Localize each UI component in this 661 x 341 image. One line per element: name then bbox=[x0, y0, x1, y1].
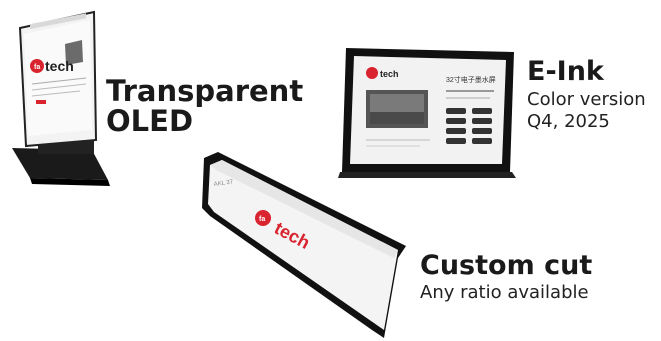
svg-text:fa: fa bbox=[259, 216, 265, 223]
custom-cut-label: Custom cut Any ratio available bbox=[420, 250, 593, 304]
transparent-oled-title-line1: Transparent bbox=[106, 74, 304, 108]
eink-subtitle-line2: Q4, 2025 bbox=[527, 110, 610, 132]
transparent-oled-title: Transparent OLED bbox=[106, 76, 303, 137]
custom-cut-subtitle: Any ratio available bbox=[420, 282, 589, 304]
custom-cut-title: Custom cut bbox=[420, 250, 593, 281]
eink-label: E-Ink Color version Q4, 2025 bbox=[527, 56, 646, 133]
eink-subtitle-line1: Color version bbox=[527, 89, 646, 111]
product-showcase: fa tech tech 32寸电子墨水屏 AKL 37 fa tech Tra… bbox=[0, 0, 661, 341]
transparent-oled-title-line2: OLED bbox=[106, 104, 194, 139]
eink-title: E-Ink bbox=[527, 56, 604, 87]
